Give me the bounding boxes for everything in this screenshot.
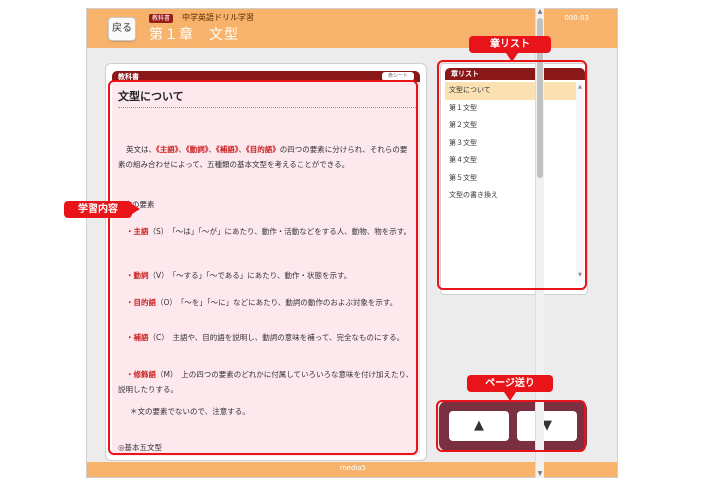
chapter-list-callout: 章リスト <box>469 36 551 53</box>
callout-pointer-icon <box>506 53 518 62</box>
elapsed-timer: 000:03 <box>564 14 589 22</box>
app-name: 中学英語ドリル学習 <box>182 13 254 22</box>
page-nav-highlight <box>436 400 586 452</box>
textbook-badge: 教科書 <box>149 14 174 23</box>
chapter-list-highlight <box>437 60 587 290</box>
back-button[interactable]: 戻る <box>108 17 136 41</box>
callout-pointer-icon <box>504 392 516 401</box>
callout-pointer-icon <box>132 204 140 214</box>
screen: 戻る 教科書 中学英語ドリル学習 第１章 文型 000:03 教科書 赤シート … <box>0 0 715 484</box>
study-content-highlight <box>108 80 418 455</box>
scroll-down-icon[interactable]: ▼ <box>536 470 544 478</box>
study-content-callout: 学習内容 <box>64 201 132 218</box>
chapter-title: 第１章 文型 <box>149 27 239 43</box>
scroll-up-icon[interactable]: ▲ <box>536 8 544 16</box>
page-turn-callout: ページ送り <box>467 375 553 392</box>
